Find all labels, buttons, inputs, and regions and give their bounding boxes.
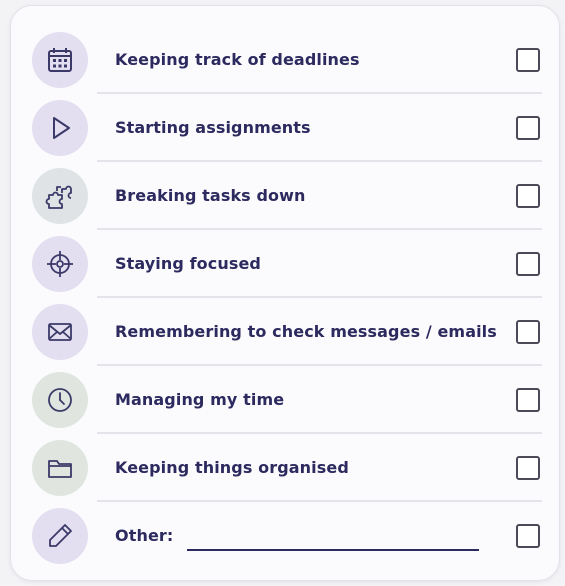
checklist-row-breaking-tasks: Breaking tasks down [11, 162, 561, 230]
target-icon [32, 236, 88, 292]
checklist-row-organised: Keeping things organised [11, 434, 561, 502]
checklist-checkbox-messages[interactable] [516, 320, 540, 344]
checklist-item-label: Managing my time [115, 390, 285, 409]
checklist-checkbox-time[interactable] [516, 388, 540, 412]
checklist-row-assignments: Starting assignments [11, 94, 561, 162]
checklist-checkbox-assignments[interactable] [516, 116, 540, 140]
checklist-checkbox-focused[interactable] [516, 252, 540, 276]
checklist-checkbox-other[interactable] [516, 524, 540, 548]
envelope-icon [32, 304, 88, 360]
checklist-checkbox-organised[interactable] [516, 456, 540, 480]
calendar-icon [32, 32, 88, 88]
folder-icon [32, 440, 88, 496]
checklist-item-label: Staying focused [115, 254, 261, 273]
checklist-item-label: Breaking tasks down [115, 186, 306, 205]
checklist-card: Keeping track of deadlines Starting assi… [10, 5, 560, 581]
checklist-row-messages: Remembering to check messages / emails [11, 298, 561, 366]
checklist-item-label: Keeping things organised [115, 458, 349, 477]
checklist-row-focused: Staying focused [11, 230, 561, 298]
pencil-icon [32, 508, 88, 564]
checklist-item-label: Remembering to check messages / emails [115, 322, 497, 341]
play-icon [32, 100, 88, 156]
checklist-item-label: Keeping track of deadlines [115, 50, 360, 69]
checklist-checkbox-deadlines[interactable] [516, 48, 540, 72]
checklist-row-time: Managing my time [11, 366, 561, 434]
puzzle-icon [32, 168, 88, 224]
checklist-item-label: Other: [115, 526, 174, 545]
checklist-checkbox-breaking-tasks[interactable] [516, 184, 540, 208]
clock-icon [32, 372, 88, 428]
checklist-row-deadlines: Keeping track of deadlines [11, 26, 561, 94]
other-write-in-line[interactable] [187, 549, 479, 551]
checklist-row-other: Other: [11, 502, 561, 570]
checklist-item-label: Starting assignments [115, 118, 311, 137]
